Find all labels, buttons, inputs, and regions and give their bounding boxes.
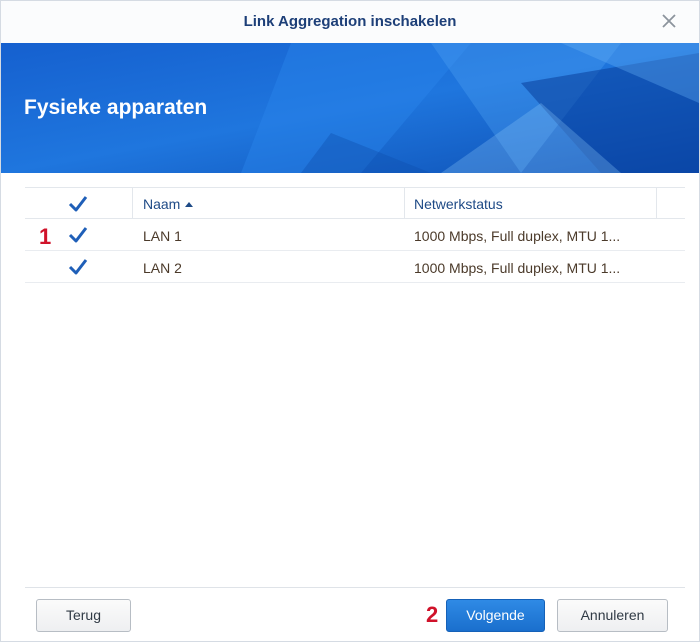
column-header-naam-label: Naam xyxy=(143,196,181,212)
cancel-button[interactable]: Annuleren xyxy=(557,599,668,632)
header-banner: Fysieke apparaten xyxy=(1,43,699,173)
step-marker-2: 2 xyxy=(426,602,439,627)
banner-title: Fysieke apparaten xyxy=(24,96,208,119)
close-icon[interactable] xyxy=(659,11,679,31)
devices-table: Naam Netwerkstatus LAN 1 1000 Mbps, Full… xyxy=(25,187,685,283)
sort-ascending-icon xyxy=(185,202,194,207)
column-separator xyxy=(656,188,657,219)
step-marker-1: 1 xyxy=(39,224,52,249)
dialog-titlebar: Link Aggregation inschakelen xyxy=(1,1,699,43)
table-header: Naam Netwerkstatus xyxy=(25,187,685,219)
table-row[interactable]: LAN 2 1000 Mbps, Full duplex, MTU 1... xyxy=(25,251,685,283)
link-aggregation-dialog: Link Aggregation inschakelen Fysieke app… xyxy=(0,0,700,642)
row-name: LAN 1 xyxy=(143,228,182,244)
table-row[interactable]: LAN 1 1000 Mbps, Full duplex, MTU 1... xyxy=(25,219,685,251)
column-separator xyxy=(132,188,133,219)
back-button[interactable]: Terug xyxy=(36,599,131,632)
next-button[interactable]: Volgende xyxy=(446,599,545,632)
row-name: LAN 2 xyxy=(143,260,182,276)
column-header-netwerkstatus[interactable]: Netwerkstatus xyxy=(414,196,503,212)
select-all-checkbox[interactable] xyxy=(68,194,88,214)
row-checkbox[interactable] xyxy=(68,257,88,277)
column-separator xyxy=(404,188,405,219)
footer-divider xyxy=(25,587,685,588)
dialog-title: Link Aggregation inschakelen xyxy=(243,13,457,30)
column-header-naam[interactable]: Naam xyxy=(143,196,194,212)
row-status: 1000 Mbps, Full duplex, MTU 1... xyxy=(414,260,621,276)
row-status: 1000 Mbps, Full duplex, MTU 1... xyxy=(414,228,621,244)
row-checkbox[interactable] xyxy=(68,225,88,245)
